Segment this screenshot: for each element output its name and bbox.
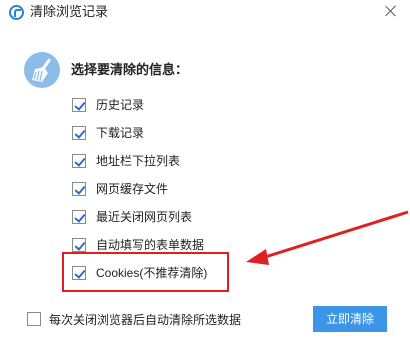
auto-clear-option[interactable]: 每次关闭浏览器后自动清除所选数据 (27, 311, 277, 329)
annotation-arrow (246, 210, 409, 265)
clear-now-button[interactable]: 立即清除 (313, 306, 387, 332)
checkbox-auto-clear[interactable] (27, 312, 41, 326)
auto-clear-label: 每次关闭浏览器后自动清除所选数据 (49, 313, 242, 327)
clear-history-dialog: 清除浏览记录 选择要清除的信息： 历史记录 下载记录 地址栏下拉列表 网页缓存文… (0, 0, 410, 343)
